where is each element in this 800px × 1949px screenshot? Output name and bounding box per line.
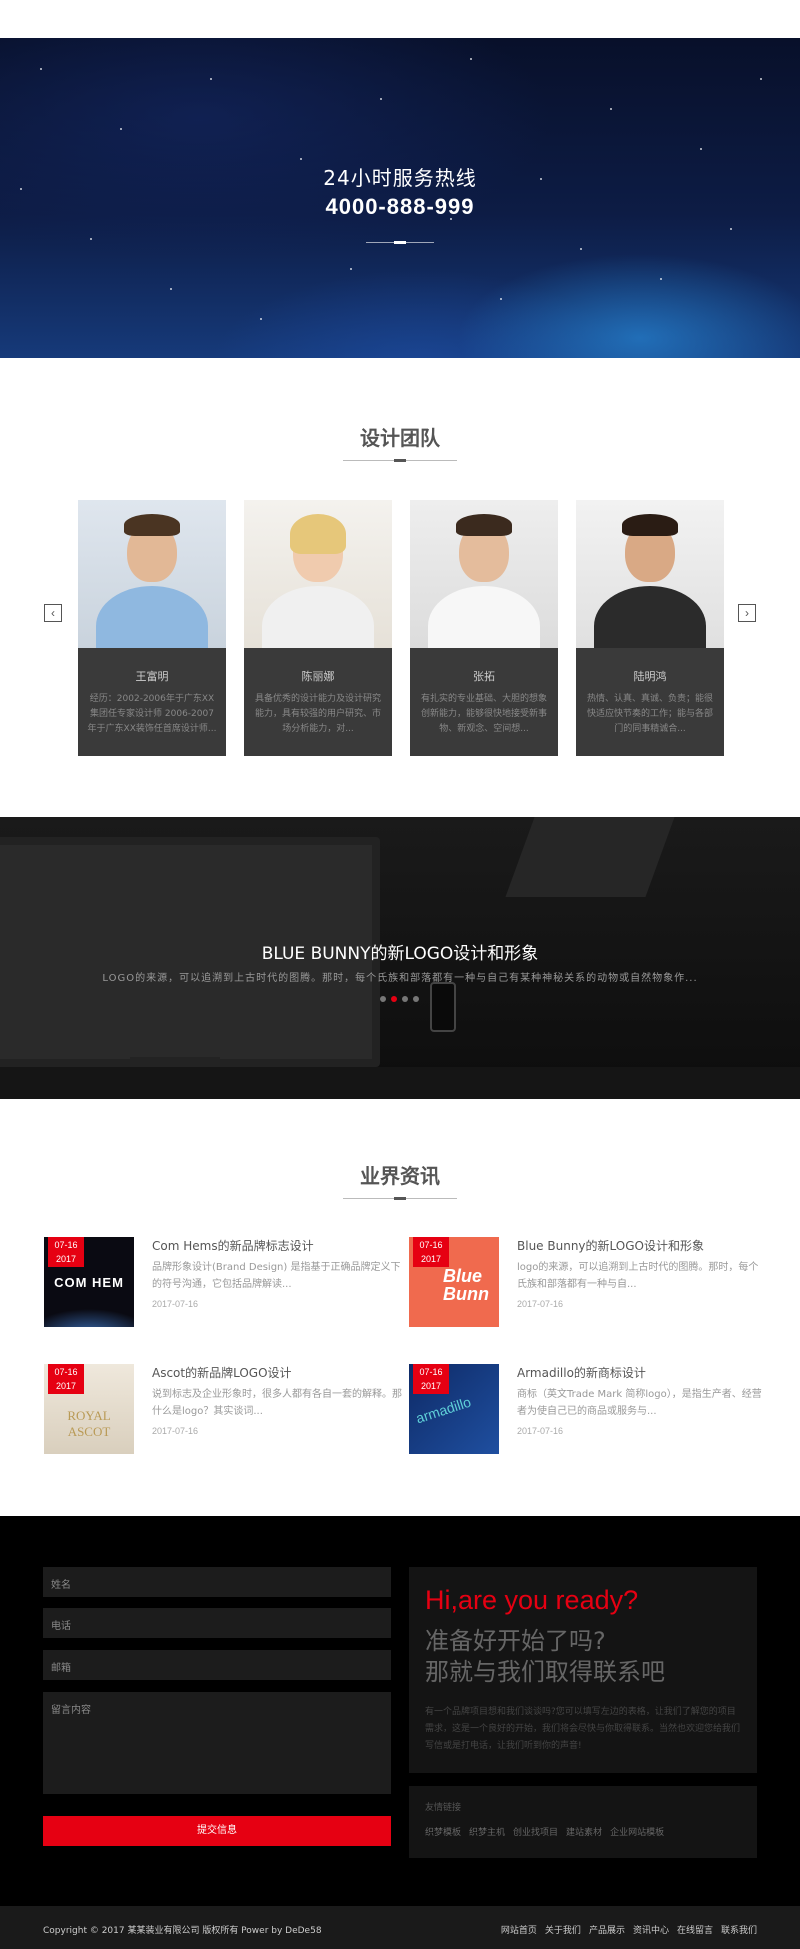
friend-links-panel: 友情链接 织梦模板 织梦主机 创业找项目 建站素材 企业网站模板 [409,1786,757,1858]
news-date-badge: 07-16 2017 [413,1364,449,1394]
banner-pagination [380,996,419,1002]
news-desc: 商标（英文Trade Mark 简称logo），是指生产者、经营者为使自己已的商… [517,1389,762,1417]
hotline-number: 4000-888-999 [325,194,475,219]
news-time: 2017-07-16 [152,1426,199,1436]
team-member-card[interactable]: 张拓 有扎实的专业基础、大胆的想象创新能力，能够很快地接受新事物、新观念、空间想… [410,500,558,756]
phone-field[interactable]: 电话 [43,1608,391,1638]
team-title-divider [343,459,457,462]
news-title[interactable]: Com Hems的新品牌标志设计 [152,1237,314,1254]
team-member-name: 陈丽娜 [301,670,335,683]
news-item[interactable]: ROYAL ASCOT 07-16 2017 Ascot的新品牌LOGO设计 说到… [44,1364,404,1454]
team-member-desc: 具备优秀的设计能力及设计研究能力，具有较强的用户研究、市场分析能力，对... [254,694,381,734]
news-title[interactable]: Ascot的新品牌LOGO设计 [152,1364,292,1381]
friend-link[interactable]: 企业网站模板 [610,1825,664,1838]
footer-nav-about[interactable]: 关于我们 [545,1923,581,1936]
team-member-card[interactable]: 陆明鸿 热情、认真、真诚、负责；能很快适应快节奏的工作；能与各部门的同事精诚合.… [576,500,724,756]
news-desc: logo的来源，可以追溯到上古时代的图腾。那时，每个氏族和部落都有一种与自... [517,1262,759,1290]
page: 24小时服务热线 4000-888-999 设计团队 ‹ › 王富明 经历：20… [0,0,800,1949]
banner-dot[interactable] [380,996,386,1002]
friend-link[interactable]: 织梦主机 [469,1825,505,1838]
news-title-divider [343,1197,457,1200]
footer-nav-contact[interactable]: 联系我们 [721,1923,757,1936]
banner-title[interactable]: BLUE BUNNY的新LOGO设计和形象 [0,939,800,964]
news-item[interactable]: Blue Bunn 07-16 2017 Blue Bunny的新LOGO设计和形… [409,1237,769,1327]
ready-subheading: 准备好开始了吗? 那就与我们取得联系吧 [425,1627,665,1686]
email-field[interactable]: 邮箱 [43,1650,391,1680]
team-member-name: 王富明 [135,670,169,683]
news-title[interactable]: Blue Bunny的新LOGO设计和形象 [517,1237,704,1254]
news-item[interactable]: armadillo 07-16 2017 Armadillo的新商标设计 商标（英… [409,1364,769,1454]
news-section-title: 业界资讯 [360,1164,440,1188]
team-section-title: 设计团队 [360,426,440,450]
news-thumbnail-text: armadillo [413,1393,473,1427]
friend-link[interactable]: 织梦模板 [425,1825,461,1838]
news-desc: 品牌形象设计(Brand Design) 是指基于正确品牌定义下的符号沟通，它包… [152,1262,401,1290]
news-date-badge: 07-16 2017 [48,1364,84,1394]
team-member-photo [244,500,392,648]
news-time: 2017-07-16 [152,1299,199,1309]
team-member-name: 陆明鸿 [633,670,667,683]
banner-dot-active[interactable] [391,996,397,1002]
friend-link[interactable]: 创业找项目 [513,1825,558,1838]
news-time: 2017-07-16 [517,1299,564,1309]
copyright-text: Copyright © 2017 某某装业有限公司 版权所有 Power by … [43,1926,322,1936]
news-title[interactable]: Armadillo的新商标设计 [517,1364,646,1381]
message-textarea[interactable]: 留言内容 [43,1692,391,1794]
ready-description: 有一个品牌项目想和我们谈谈吗?您可以填写左边的表格，让我们了解您的项目需求，这是… [425,1707,741,1751]
ready-panel: Hi,are you ready? 准备好开始了吗? 那就与我们取得联系吧 有一… [409,1567,757,1773]
hotline-label: 24小时服务热线 [323,166,477,190]
banner-dot[interactable] [402,996,408,1002]
team-member-desc: 经历：2002-2006年于广东XX集团任专家设计师 2006-2007年于广东… [87,694,217,734]
banner-subtitle: LOGO的来源，可以追溯到上古时代的图腾。那时，每个氏族和部落都有一种与自己有某… [102,973,698,984]
team-member-name: 张拓 [473,670,495,683]
footer-nav-message[interactable]: 在线留言 [677,1923,713,1936]
news-thumbnail-text: ROYAL ASCOT [67,1408,111,1439]
friend-links-list: 织梦模板 织梦主机 创业找项目 建站素材 企业网站模板 [425,1825,741,1838]
team-member-desc: 热情、认真、真诚、负责；能很快适应快节奏的工作；能与各部门的同事精诚合... [586,694,713,734]
team-member-card[interactable]: 王富明 经历：2002-2006年于广东XX集团任专家设计师 2006-2007… [78,500,226,756]
team-prev-arrow-icon[interactable]: ‹ [44,604,62,622]
phone-image [430,982,456,1032]
news-date-badge: 07-16 2017 [413,1237,449,1267]
news-time: 2017-07-16 [517,1426,564,1436]
footer-nav: 网站首页 关于我们 产品展示 资讯中心 在线留言 联系我们 [501,1923,757,1936]
friend-links-title: 友情链接 [425,1803,462,1813]
friend-link[interactable]: 建站素材 [566,1825,602,1838]
news-date-badge: 07-16 2017 [48,1237,84,1267]
footer-nav-products[interactable]: 产品展示 [589,1923,625,1936]
featured-banner[interactable]: BLUE BUNNY的新LOGO设计和形象 LOGO的来源，可以追溯到上古时代的… [0,817,800,1099]
team-next-arrow-icon[interactable]: › [738,604,756,622]
submit-button[interactable]: 提交信息 [43,1816,391,1846]
team-member-desc: 有扎实的专业基础、大胆的想象创新能力，能够很快地接受新事物、新观念、空间想... [420,694,547,734]
footer-nav-home[interactable]: 网站首页 [501,1923,537,1936]
team-member-photo [410,500,558,648]
footer-nav-news[interactable]: 资讯中心 [633,1923,669,1936]
hero-divider [366,241,434,244]
name-field[interactable]: 姓名 [43,1567,391,1597]
banner-dot[interactable] [413,996,419,1002]
team-member-card[interactable]: 陈丽娜 具备优秀的设计能力及设计研究能力，具有较强的用户研究、市场分析能力，对.… [244,500,392,756]
ready-heading: Hi,are you ready? [425,1585,639,1615]
news-thumbnail-text: COM HEM [54,1275,124,1290]
team-member-photo [576,500,724,648]
footer: Copyright © 2017 某某装业有限公司 版权所有 Power by … [0,1906,800,1949]
news-thumbnail-text: Blue Bunn [443,1266,489,1304]
news-item[interactable]: COM HEM 07-16 2017 Com Hems的新品牌标志设计 品牌形象设… [44,1237,404,1327]
team-member-photo [78,500,226,648]
lamp-image [505,817,675,897]
news-desc: 说到标志及企业形象时，很多人都有各自一套的解释。那什么是logo？其实谈词... [152,1389,402,1417]
hotline-hero: 24小时服务热线 4000-888-999 [0,38,800,358]
